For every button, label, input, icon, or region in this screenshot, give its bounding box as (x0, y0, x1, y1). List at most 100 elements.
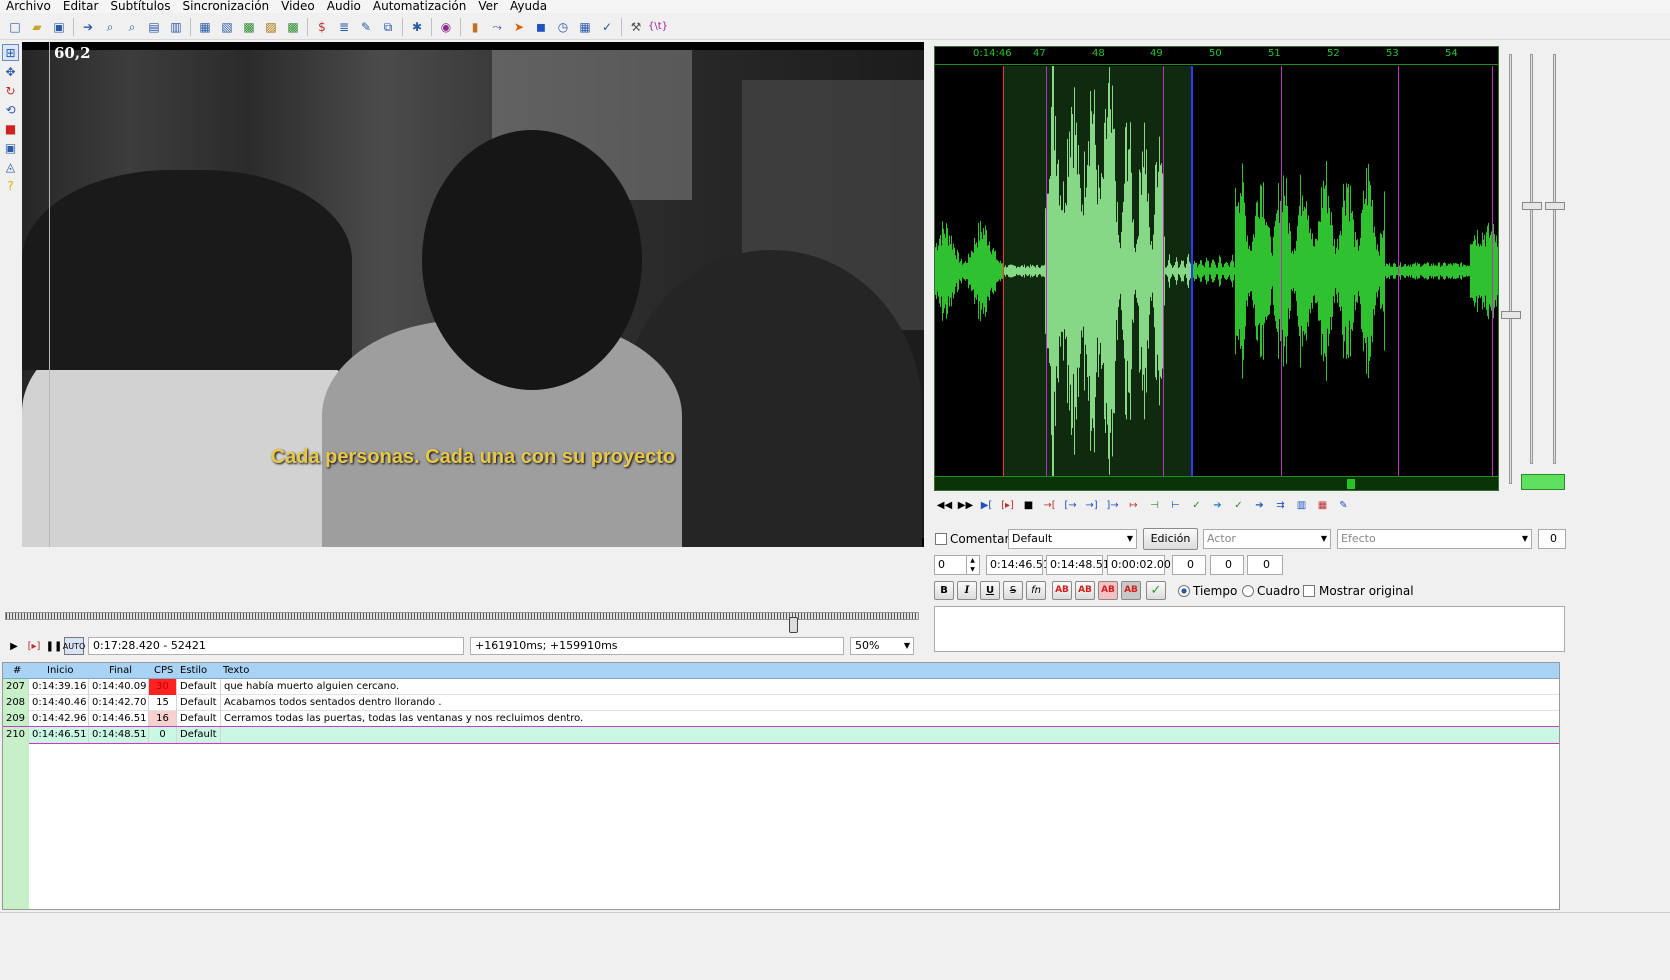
attachments-icon[interactable]: ▧ (218, 18, 236, 36)
layer-right-input[interactable]: 0 (1538, 529, 1566, 549)
prev-line-icon[interactable]: ◀◀ (934, 495, 955, 515)
scale-icon[interactable]: ■ (2, 120, 19, 137)
menu-subtitulos[interactable]: Subtítulos (104, 0, 176, 13)
vzoom-slider-track[interactable] (1553, 54, 1556, 464)
duration-input[interactable]: 0:00:02.00 (1107, 555, 1171, 575)
margin-vertical-input[interactable]: 0 (1247, 555, 1283, 575)
volume-slider-track[interactable] (1530, 54, 1533, 464)
seek-thumb[interactable] (789, 617, 798, 633)
video-display[interactable]: 60,2 Cada personas. Cada una con su proy… (22, 42, 924, 547)
time-radio[interactable] (1178, 585, 1190, 597)
margin-right-input[interactable]: 0 (1210, 555, 1244, 575)
hammer-icon[interactable]: ⚒ (627, 18, 645, 36)
open-icon[interactable]: ▰ (28, 18, 46, 36)
grid-scrollbar[interactable] (1560, 662, 1568, 910)
lead-in-icon[interactable]: ⊣ (1144, 495, 1165, 515)
link-toggle-icon[interactable] (1521, 474, 1565, 490)
auto-scroll-icon[interactable]: AUTO (63, 637, 85, 655)
underline-button[interactable]: U (980, 581, 1000, 600)
shadow-color-button[interactable]: AB (1121, 581, 1141, 600)
print-icon[interactable]: ▥ (167, 18, 185, 36)
italic-button[interactable]: I (957, 581, 977, 600)
start-time-input[interactable]: 0:14:46.51 (986, 555, 1050, 575)
play-to-end-icon[interactable]: ↦ (1123, 495, 1144, 515)
check-icon[interactable]: ✱ (408, 18, 426, 36)
macro-icon[interactable]: ✎ (357, 18, 375, 36)
zoom-slider-thumb[interactable] (1501, 311, 1521, 319)
primary-color-button[interactable]: AB (1052, 581, 1072, 600)
karaoke-icon[interactable]: ▦ (1312, 495, 1333, 515)
effect-input[interactable]: Efecto ▼ (1337, 529, 1532, 549)
outline-color-button[interactable]: AB (1098, 581, 1118, 600)
strikeout-button[interactable]: S (1003, 581, 1023, 600)
calendar-icon[interactable]: ▦ (576, 18, 594, 36)
table-row[interactable]: 207 0:14:39.16 0:14:40.09 30 Default que habí… (3, 679, 1559, 695)
commit-icon[interactable]: ✓ (1186, 495, 1207, 515)
zoom-slider-track[interactable] (1509, 54, 1512, 484)
table-row[interactable]: 209 0:14:42.96 0:14:46.51 16 Default Cerramos… (3, 711, 1559, 727)
actor-input[interactable]: Actor ▼ (1203, 529, 1331, 549)
table-row[interactable]: 208 0:14:40.46 0:14:42.70 15 Default Acabamos… (3, 695, 1559, 711)
menu-video[interactable]: Video (275, 0, 321, 13)
grid-header-start[interactable]: Inicio (47, 663, 73, 679)
menu-sincronizacion[interactable]: Sincronización (177, 0, 276, 13)
auto-next-icon[interactable]: ➔ (1249, 495, 1270, 515)
pause-icon[interactable]: ❚❚ (44, 637, 64, 655)
margin-left-input[interactable]: 0 (1172, 555, 1206, 575)
jump-icon[interactable]: ➔ (79, 18, 97, 36)
options-icon[interactable]: ➤ (510, 18, 528, 36)
styles-icon[interactable]: ▩ (284, 18, 302, 36)
audio-scrollbar[interactable] (935, 476, 1498, 490)
play-before-end-icon[interactable]: →] (1081, 495, 1102, 515)
layer-spinner[interactable]: 0 ▲ ▼ (934, 555, 980, 575)
help-icon[interactable]: ? (2, 177, 19, 194)
validate-icon[interactable]: ◼ (532, 18, 550, 36)
auto-commit-icon[interactable]: ✓ (1228, 495, 1249, 515)
frame-radio[interactable] (1242, 585, 1254, 597)
regex-icon[interactable]: {\t} (648, 18, 668, 36)
grid-header-num[interactable]: # (13, 663, 21, 679)
save-icon[interactable]: ▣ (50, 18, 68, 36)
vzoom-slider-thumb[interactable] (1545, 202, 1565, 210)
next-line-icon[interactable]: ▶▶ (955, 495, 976, 515)
play-selection-icon[interactable]: ▶[ (976, 495, 997, 515)
translation-icon[interactable]: $ (313, 18, 331, 36)
menu-archivo[interactable]: Archivo (0, 0, 57, 13)
play-line-icon[interactable]: [▸] (997, 495, 1018, 515)
menu-ayuda[interactable]: Ayuda (504, 0, 553, 13)
resample-icon[interactable]: ▨ (262, 18, 280, 36)
menu-automatizacion[interactable]: Automatización (367, 0, 472, 13)
menu-editar[interactable]: Editar (57, 0, 105, 13)
commit-check-icon[interactable]: ✓ (1146, 581, 1166, 600)
clip-icon[interactable]: ▣ (2, 139, 19, 156)
new-icon[interactable]: □ (6, 18, 24, 36)
video-seek-bar[interactable] (5, 612, 919, 620)
style-select[interactable]: Default ▼ (1008, 529, 1137, 549)
grid-header-end[interactable]: Final (109, 663, 132, 679)
stop-icon[interactable]: ■ (1018, 495, 1039, 515)
tools-icon[interactable]: ✎ (1333, 495, 1354, 515)
grid-header-style[interactable]: Estilo (180, 663, 207, 679)
show-original-checkbox[interactable] (1303, 585, 1315, 597)
grid-header-cps[interactable]: CPS (154, 663, 173, 679)
bold-button[interactable]: B (934, 581, 954, 600)
table-row[interactable]: 210 0:14:46.51 0:14:48.51 0 Default (3, 726, 1559, 744)
play-after-start-icon[interactable]: [→ (1060, 495, 1081, 515)
comment-checkbox[interactable] (935, 533, 947, 545)
properties-icon[interactable]: ▦ (196, 18, 214, 36)
standard-tool-icon[interactable]: ⊞ (2, 44, 19, 61)
timing-icon[interactable]: ◉ (437, 18, 455, 36)
vector-clip-icon[interactable]: ◬ (2, 158, 19, 175)
font-button[interactable]: fn (1026, 581, 1046, 600)
checklist-icon[interactable]: ✓ (598, 18, 616, 36)
audio-waveform[interactable]: 0:14:46 47 48 49 50 51 52 53 54 (934, 46, 1499, 491)
menu-audio[interactable]: Audio (321, 0, 367, 13)
zoom-in-icon[interactable]: ⌕ (101, 18, 119, 36)
spinner-arrows-icon[interactable]: ▲ ▼ (966, 556, 978, 574)
clock-icon[interactable]: ⤳ (488, 18, 506, 36)
edit-style-button[interactable]: Edición (1143, 528, 1198, 550)
menu-ver[interactable]: Ver (472, 0, 504, 13)
fonts-icon[interactable]: ▩ (240, 18, 258, 36)
play-icon[interactable]: ▶ (4, 637, 24, 655)
export-icon[interactable]: ▤ (145, 18, 163, 36)
